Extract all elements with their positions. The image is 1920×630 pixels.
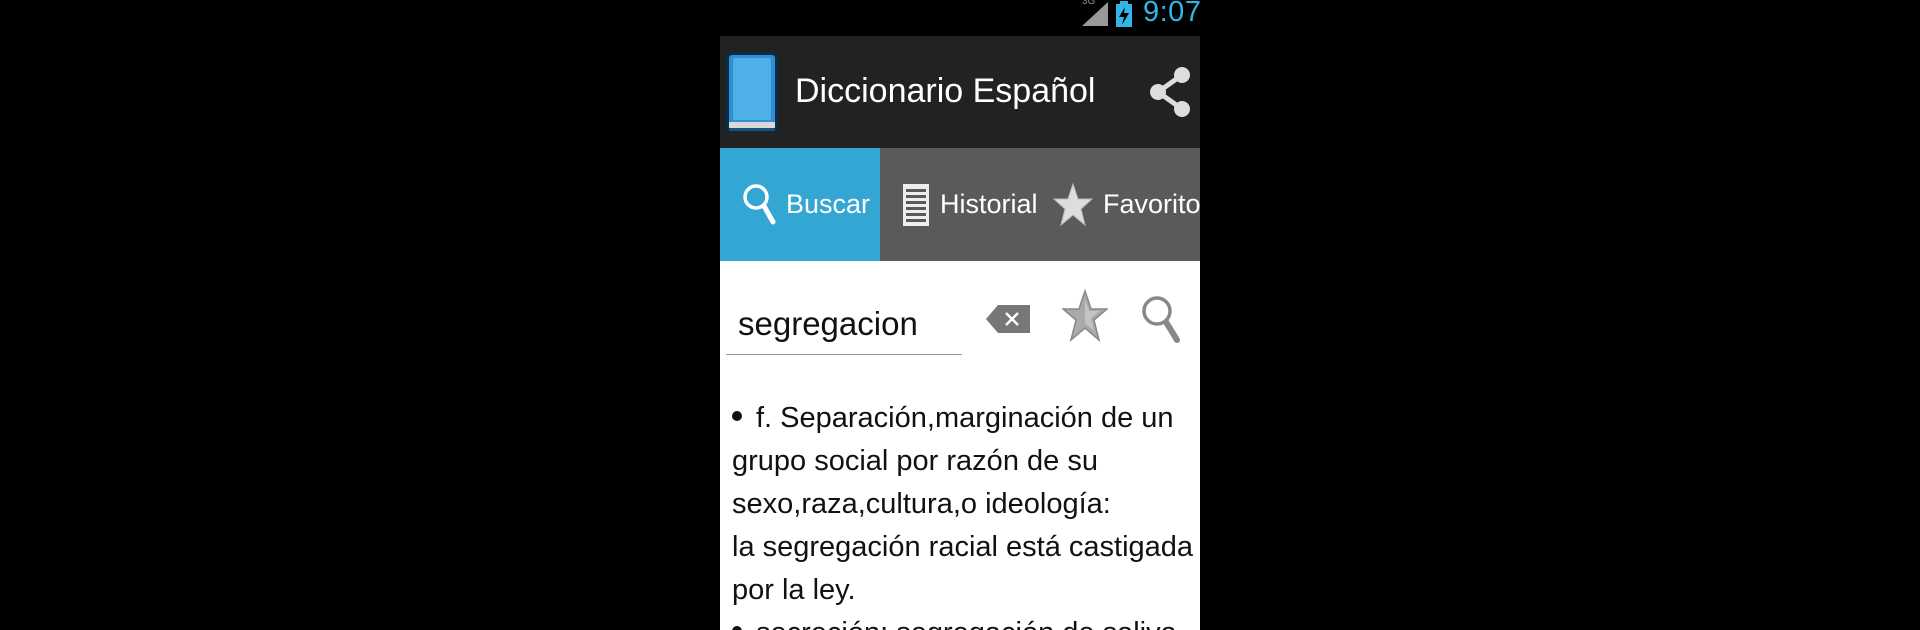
- search-input[interactable]: [726, 293, 962, 355]
- signal-icon: [1082, 2, 1108, 26]
- phone-screen: 3G 9:07 Diccionario Español Buscar Histo…: [720, 0, 1200, 630]
- clock: 9:07: [1143, 0, 1200, 28]
- share-icon[interactable]: [1148, 66, 1192, 118]
- clear-input-icon[interactable]: [986, 303, 1030, 335]
- tab-buscar[interactable]: Buscar: [720, 148, 880, 261]
- tab-label: Favoritos: [1103, 189, 1200, 219]
- tab-historial[interactable]: Historial: [880, 148, 1043, 261]
- tab-bar: Buscar Historial Favorito: [720, 148, 1200, 261]
- status-bar: 3G 9:07: [720, 0, 1200, 36]
- search-content: f. Separación,marginación de un grupo so…: [720, 261, 1200, 630]
- app-title: Diccionario Español: [795, 72, 1096, 110]
- tab-favoritos[interactable]: Favoritos: [1043, 148, 1200, 261]
- definition-meaning: secreción: segregación de saliva.: [756, 617, 1185, 630]
- bullet: [732, 411, 742, 422]
- tab-label: Historial: [940, 189, 1038, 219]
- definition-meaning: f. Separación,marginación de un grupo so…: [732, 402, 1174, 520]
- search-icon[interactable]: [1140, 293, 1182, 345]
- definition-item: f. Separación,marginación de un grupo so…: [732, 397, 1194, 612]
- tab-label: Buscar: [786, 189, 871, 219]
- list-icon: [902, 182, 930, 228]
- definition-example: la segregación racial está castigada por…: [732, 531, 1194, 606]
- search-icon: [742, 182, 776, 228]
- add-favorite-star-icon[interactable]: [1062, 285, 1108, 347]
- definition-text: f. Separación,marginación de un grupo so…: [732, 397, 1194, 630]
- action-bar: Diccionario Español: [720, 36, 1200, 148]
- bullet: [732, 626, 742, 630]
- definition-item: secreción: segregación de saliva.: [732, 612, 1194, 630]
- star-icon: [1053, 181, 1093, 228]
- battery-charging-icon: [1116, 1, 1132, 27]
- book-icon[interactable]: [724, 52, 780, 134]
